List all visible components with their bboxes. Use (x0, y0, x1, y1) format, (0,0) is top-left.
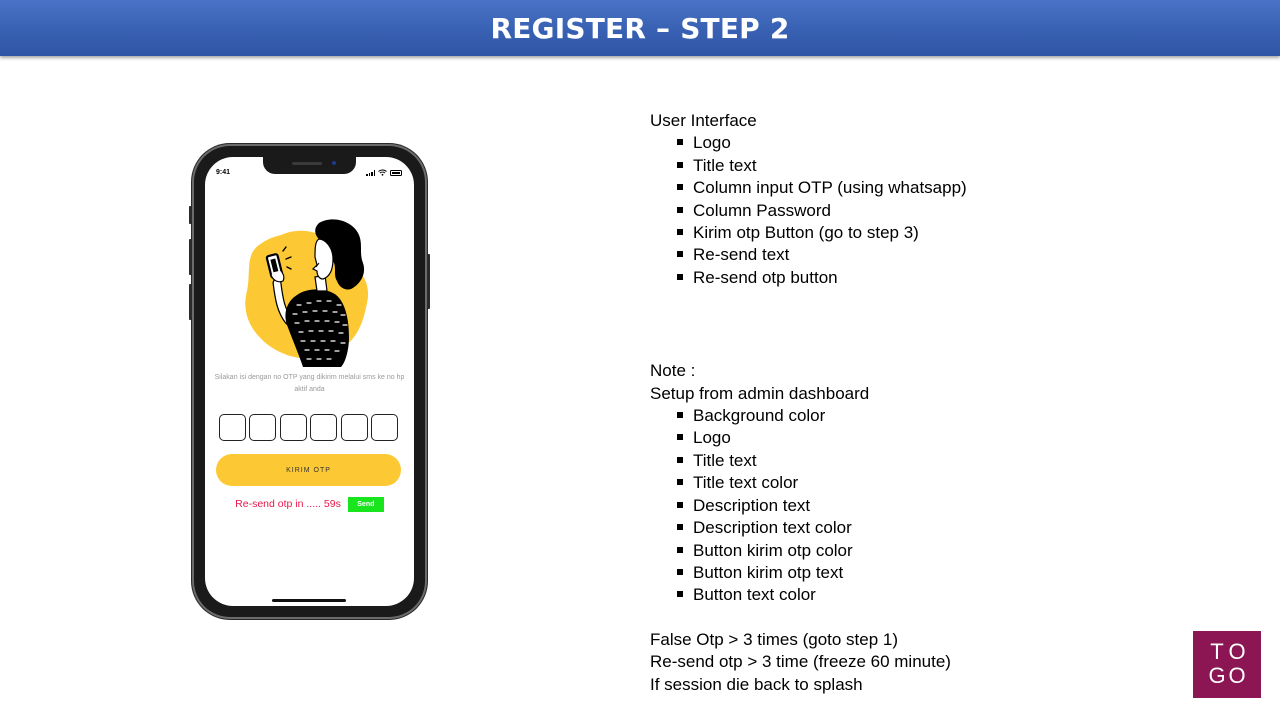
logo-letter: O (1228, 639, 1246, 664)
mute-switch (189, 206, 192, 224)
note-subheading: Setup from admin dashboard (650, 383, 870, 403)
volume-down-button (189, 284, 192, 320)
ui-heading: User Interface (650, 111, 757, 130)
note-item: Button kirim otp color (650, 540, 1210, 562)
otp-digit-input[interactable] (370, 414, 398, 441)
note-items-list: Background color Logo Title text Title t… (650, 405, 1210, 607)
note-item: Title text (650, 450, 1210, 472)
footer-line: If session die back to splash (650, 674, 863, 694)
power-button (427, 254, 430, 309)
otp-digit-input[interactable] (219, 414, 246, 441)
togo-logo: T O G O (1193, 631, 1261, 698)
logo-letter: T (1210, 639, 1224, 664)
status-time: 9:41 (216, 169, 231, 176)
note-heading: Note : (650, 361, 696, 381)
otp-digit-input[interactable] (340, 414, 368, 441)
page-title: REGISTER – STEP 2 (490, 11, 790, 45)
ui-items-list: Logo Title text Column input OTP (using … (650, 132, 1210, 289)
front-camera (332, 161, 336, 165)
woman-with-phone-illustration (245, 219, 369, 367)
home-indicator (272, 599, 346, 602)
wifi-icon (378, 169, 387, 176)
ui-item: Kirim otp Button (go to step 3) (650, 222, 1210, 244)
resend-otp-button[interactable]: Send (347, 496, 384, 512)
notes-panel: User Interface Logo Title text Column in… (650, 110, 1210, 696)
footer-line: Re-send otp > 3 time (freeze 60 minute) (650, 652, 951, 672)
ui-item: Column Password (650, 200, 1210, 222)
note-item: Description text (650, 495, 1210, 517)
speaker-grille (292, 162, 322, 165)
kirim-otp-button[interactable]: KIRIM OTP (216, 454, 401, 486)
note-item: Background color (650, 405, 1210, 427)
ui-item: Re-send text (650, 244, 1210, 266)
volume-up-button (189, 239, 192, 275)
otp-digit-input[interactable] (310, 414, 338, 441)
phone-notch (263, 157, 356, 174)
footer-line: False Otp > 3 times (goto step 1) (650, 629, 899, 649)
ui-item: Column input OTP (using whatsapp) (650, 177, 1210, 199)
resend-countdown-text: Re-send otp in ..... 59s (235, 498, 341, 510)
note-item: Title text color (650, 472, 1210, 494)
ui-item: Title text (650, 155, 1210, 177)
note-item: Description text color (650, 517, 1210, 539)
ui-item: Logo (650, 132, 1210, 154)
ui-item: Re-send otp button (650, 267, 1210, 289)
otp-digit-input[interactable] (249, 414, 277, 441)
resend-row: Re-send otp in ..... 59s Send (213, 496, 406, 512)
phone-screen: 9:41 Silakan isi dengan no OTP yang diki… (205, 157, 414, 606)
status-icons (366, 169, 402, 176)
title-banner: REGISTER – STEP 2 (0, 0, 1280, 56)
phone-mockup: 9:41 Silakan isi dengan no OTP yang diki… (189, 144, 430, 619)
signal-icon (366, 170, 375, 176)
note-item: Logo (650, 427, 1210, 449)
battery-icon (390, 170, 402, 176)
otp-digit-input[interactable] (279, 414, 307, 441)
note-item: Button text color (650, 584, 1210, 606)
note-item: Button kirim otp text (650, 562, 1210, 584)
otp-description: Silakan isi dengan no OTP yang dikirim m… (214, 374, 405, 393)
otp-input-row (219, 414, 398, 441)
logo-letter: G (1208, 662, 1226, 688)
logo-letter: O (1228, 662, 1246, 688)
